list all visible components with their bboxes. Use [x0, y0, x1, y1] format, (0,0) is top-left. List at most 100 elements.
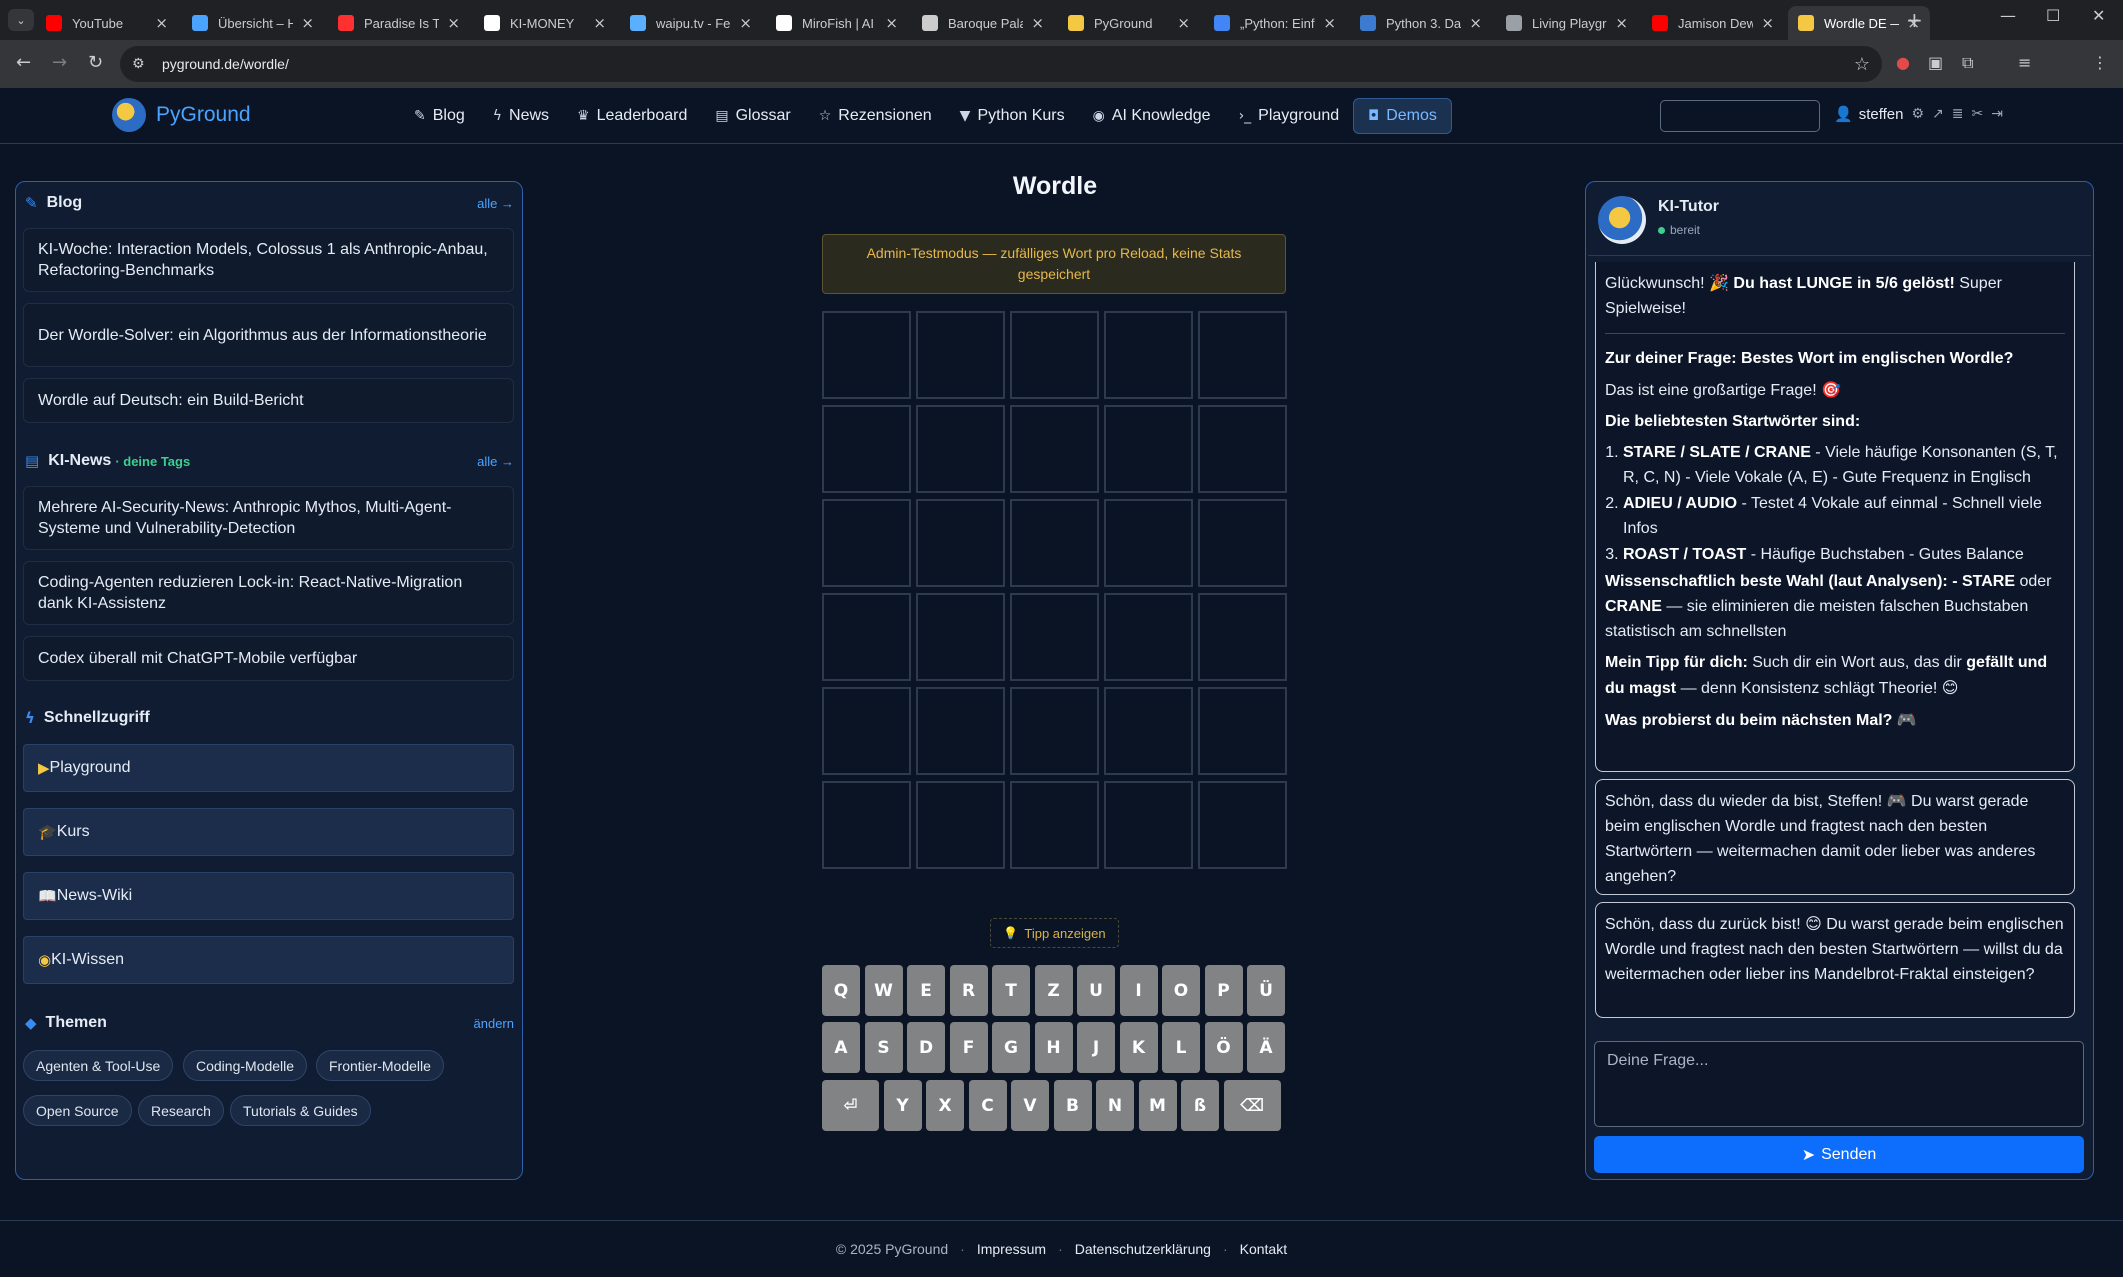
- theme-tag[interactable]: Frontier-Modelle: [316, 1050, 444, 1081]
- close-tab-icon[interactable]: ×: [1323, 14, 1336, 32]
- browser-tab[interactable]: Übersicht – H ×: [182, 6, 324, 40]
- close-tab-icon[interactable]: ×: [301, 14, 314, 32]
- browser-tab[interactable]: waipu.tv - Fe ×: [620, 6, 762, 40]
- reload-icon[interactable]: ↻: [88, 52, 103, 73]
- url-text[interactable]: pyground.de/wordle/: [162, 56, 289, 72]
- quick-playground-button[interactable]: ▶ Playground: [23, 744, 514, 792]
- key-ß[interactable]: ß: [1181, 1080, 1219, 1131]
- browser-tab[interactable]: Paradise Is Th ×: [328, 6, 470, 40]
- close-tab-icon[interactable]: ×: [885, 14, 898, 32]
- close-window-icon[interactable]: ✕: [2092, 6, 2105, 25]
- key-b[interactable]: B: [1053, 1080, 1092, 1131]
- enter-key[interactable]: ⏎: [822, 1080, 879, 1131]
- username[interactable]: steffen: [1859, 106, 1904, 123]
- nav-demos[interactable]: ◘ Demos: [1353, 98, 1452, 134]
- browser-menu-icon[interactable]: ⋮: [2092, 53, 2108, 72]
- question-input[interactable]: Deine Frage...: [1594, 1041, 2084, 1127]
- layers-icon[interactable]: ≣: [1952, 106, 1964, 122]
- key-p[interactable]: P: [1204, 965, 1243, 1016]
- key-j[interactable]: J: [1077, 1022, 1115, 1073]
- close-tab-icon[interactable]: ×: [1031, 14, 1044, 32]
- browser-tab[interactable]: Living Playgr ×: [1496, 6, 1638, 40]
- browser-tab[interactable]: „Python: Einf ×: [1204, 6, 1346, 40]
- bookmark-star-icon[interactable]: ☆: [1854, 54, 1870, 75]
- minimize-icon[interactable]: —: [2000, 6, 2016, 25]
- close-tab-icon[interactable]: ×: [1615, 14, 1628, 32]
- close-tab-icon[interactable]: ×: [447, 14, 460, 32]
- key-o[interactable]: O: [1162, 965, 1200, 1016]
- key-c[interactable]: C: [968, 1080, 1007, 1131]
- nav-ai-knowledge[interactable]: ◉ AI Knowledge: [1079, 98, 1225, 134]
- themes-edit-link[interactable]: ändern: [474, 1016, 514, 1031]
- back-icon[interactable]: ←: [16, 52, 31, 73]
- key-n[interactable]: N: [1096, 1080, 1134, 1131]
- key-k[interactable]: K: [1119, 1022, 1158, 1073]
- key-w[interactable]: W: [864, 965, 903, 1016]
- key-d[interactable]: D: [907, 1022, 945, 1073]
- news-item[interactable]: Coding-Agenten reduzieren Lock-in: React…: [23, 561, 514, 625]
- nav-leaderboard[interactable]: ♛ Leaderboard: [563, 98, 701, 134]
- settings-icon[interactable]: ⚙: [1911, 106, 1924, 122]
- key-e[interactable]: E: [907, 965, 945, 1016]
- key-z[interactable]: Z: [1034, 965, 1073, 1016]
- close-tab-icon[interactable]: ×: [739, 14, 752, 32]
- nav-blog[interactable]: ✎ Blog: [400, 98, 479, 134]
- key-u[interactable]: U: [1077, 965, 1115, 1016]
- tab-search-icon[interactable]: ⌄: [8, 9, 34, 31]
- key-i[interactable]: I: [1119, 965, 1158, 1016]
- extension-icon[interactable]: ▣: [1928, 53, 1943, 72]
- nav-rezensionen[interactable]: ☆ Rezensionen: [805, 98, 946, 134]
- key-f[interactable]: F: [949, 1022, 988, 1073]
- nav-python-kurs[interactable]: ▼ Python Kurs: [946, 98, 1079, 134]
- maximize-icon[interactable]: ☐: [2046, 6, 2060, 25]
- close-tab-icon[interactable]: ×: [593, 14, 606, 32]
- quick-news-wiki-button[interactable]: 📖 News-Wiki: [23, 872, 514, 920]
- browser-tab[interactable]: Python 3. Da ×: [1350, 6, 1492, 40]
- impressum-link[interactable]: Impressum: [977, 1241, 1046, 1257]
- nav-news[interactable]: ϟ News: [479, 98, 563, 134]
- key-g[interactable]: G: [992, 1022, 1030, 1073]
- key-l[interactable]: L: [1162, 1022, 1200, 1073]
- hint-button[interactable]: 💡 Tipp anzeigen: [990, 918, 1119, 948]
- key-q[interactable]: Q: [822, 965, 860, 1016]
- close-tab-icon[interactable]: ×: [1177, 14, 1190, 32]
- theme-tag[interactable]: Agenten & Tool-Use: [23, 1050, 174, 1081]
- nav-playground[interactable]: ›_ Playground: [1225, 98, 1354, 134]
- browser-tab[interactable]: KI-MONEY ×: [474, 6, 616, 40]
- key-s[interactable]: S: [864, 1022, 903, 1073]
- site-logo[interactable]: PyGround: [112, 98, 251, 132]
- close-tab-icon[interactable]: ×: [1469, 14, 1482, 32]
- browser-tab[interactable]: YouTube ×: [36, 6, 178, 40]
- extension-icon[interactable]: ●: [1896, 53, 1910, 72]
- theme-tag[interactable]: Open Source: [23, 1095, 132, 1126]
- blog-all-link[interactable]: alle →: [477, 196, 514, 211]
- browser-tab[interactable]: Jamison Dew ×: [1642, 6, 1784, 40]
- send-button[interactable]: ➤ Senden: [1594, 1136, 2084, 1173]
- key-x[interactable]: X: [926, 1080, 964, 1131]
- theme-tag[interactable]: Coding-Modelle: [183, 1050, 308, 1081]
- news-item[interactable]: Mehrere AI-Security-News: Anthropic Myth…: [23, 486, 514, 550]
- quick-kurs-button[interactable]: 🎓 Kurs: [23, 808, 514, 856]
- site-info-icon[interactable]: ⚙: [132, 56, 152, 72]
- logout-icon[interactable]: ⇥: [1991, 106, 2003, 122]
- key-m[interactable]: M: [1138, 1080, 1177, 1131]
- key-v[interactable]: V: [1011, 1080, 1049, 1131]
- theme-tag[interactable]: Research: [138, 1095, 224, 1126]
- key-ä[interactable]: Ä: [1247, 1022, 1285, 1073]
- theme-tag[interactable]: Tutorials & Guides: [230, 1095, 371, 1126]
- kontakt-link[interactable]: Kontakt: [1240, 1241, 1287, 1257]
- browser-tab[interactable]: Baroque Pala ×: [912, 6, 1054, 40]
- quick-ki-wissen-button[interactable]: ◉ KI-Wissen: [23, 936, 514, 984]
- datenschutz-link[interactable]: Datenschutzerklärung: [1075, 1241, 1211, 1257]
- news-all-link[interactable]: alle →: [477, 454, 514, 469]
- key-a[interactable]: A: [822, 1022, 860, 1073]
- nav-glossar[interactable]: ▤ Glossar: [701, 98, 804, 134]
- backspace-key[interactable]: ⌫: [1223, 1080, 1281, 1131]
- key-ü[interactable]: Ü: [1247, 965, 1285, 1016]
- extensions-puzzle-icon[interactable]: ⧉: [1962, 53, 1973, 73]
- key-r[interactable]: R: [949, 965, 988, 1016]
- news-item[interactable]: Codex überall mit ChatGPT-Mobile verfügb…: [23, 636, 514, 681]
- key-h[interactable]: H: [1034, 1022, 1073, 1073]
- browser-tab[interactable]: PyGround ×: [1058, 6, 1200, 40]
- blog-post-item[interactable]: Der Wordle-Solver: ein Algorithmus aus d…: [23, 303, 514, 367]
